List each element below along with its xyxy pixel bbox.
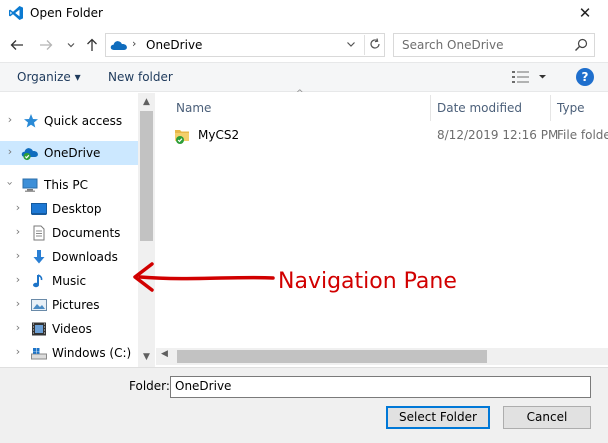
file-date: 8/12/2019 12:16 PM	[437, 128, 559, 142]
scroll-up-icon[interactable]: ▲	[138, 97, 155, 107]
nav-item-downloads[interactable]: › Downloads	[0, 245, 138, 269]
new-folder-button[interactable]: New folder	[108, 70, 173, 84]
downloads-icon	[33, 250, 45, 264]
desktop-icon	[31, 203, 47, 215]
chevron-down-icon[interactable]	[538, 70, 547, 84]
refresh-button[interactable]	[364, 35, 384, 55]
command-bar: Organize ▾ New folder ?	[0, 62, 608, 92]
column-divider[interactable]	[550, 95, 551, 121]
chevron-down-icon	[67, 43, 75, 48]
path-separator-icon: ›	[132, 37, 137, 50]
nav-item-label: Windows (C:)	[52, 346, 132, 360]
scroll-left-icon[interactable]: ◀	[161, 349, 168, 359]
scrollbar-thumb[interactable]	[177, 350, 487, 363]
select-folder-button[interactable]: Select Folder	[386, 406, 490, 429]
expand-caret-icon[interactable]: ›	[12, 249, 24, 262]
nav-item-windows-c[interactable]: › Windows (C:)	[0, 341, 138, 365]
view-options-icon[interactable]	[512, 71, 530, 83]
expand-caret-icon[interactable]: ›	[4, 145, 16, 158]
column-header-date[interactable]: Date modified	[437, 101, 522, 115]
organize-button[interactable]: Organize ▾	[17, 70, 81, 84]
expand-caret-icon[interactable]: ›	[12, 321, 24, 334]
music-icon	[33, 274, 43, 288]
documents-icon	[33, 225, 45, 241]
nav-item-label: Documents	[52, 226, 121, 240]
nav-item-label: OneDrive	[44, 146, 101, 160]
forward-button[interactable]	[37, 36, 55, 54]
folder-name-input[interactable]: OneDrive	[170, 376, 591, 398]
nav-item-label: Music	[52, 274, 87, 288]
expand-caret-icon[interactable]: ›	[12, 297, 24, 310]
address-path[interactable]: OneDrive	[146, 38, 202, 52]
nav-item-label: Desktop	[52, 202, 102, 216]
onedrive-cloud-icon	[110, 41, 127, 50]
vscode-icon	[9, 6, 23, 20]
column-header-type[interactable]: Type	[557, 101, 585, 115]
refresh-icon	[369, 38, 380, 49]
annotation-label: Navigation Pane	[278, 269, 457, 294]
nav-item-label: Videos	[52, 322, 92, 336]
nav-item-this-pc[interactable]: › This PC	[0, 173, 138, 197]
expand-caret-icon[interactable]: ›	[12, 273, 24, 286]
videos-icon	[32, 322, 46, 336]
nav-item-onedrive[interactable]: › OneDrive	[0, 141, 138, 165]
forward-arrow-icon	[40, 40, 53, 50]
window-title: Open Folder	[30, 6, 103, 20]
nav-pane-scrollbar[interactable]: ▲ ▼	[138, 93, 155, 367]
address-row: › OneDrive Search OneDrive	[0, 30, 608, 60]
search-input[interactable]: Search OneDrive	[402, 38, 503, 52]
chevron-down-icon[interactable]	[346, 36, 356, 52]
expand-caret-icon[interactable]: ›	[4, 113, 16, 126]
collapse-caret-icon[interactable]: ›	[4, 178, 17, 190]
nav-item-label: Quick access	[44, 114, 123, 128]
file-name: MyCS2	[198, 128, 240, 142]
column-header-name[interactable]: Name	[176, 101, 211, 115]
search-icon	[575, 38, 588, 51]
nav-item-documents[interactable]: › Documents	[0, 221, 138, 245]
folder-label: Folder:	[129, 379, 170, 393]
annotation-arrow-icon	[133, 262, 275, 292]
synced-folder-icon	[175, 130, 189, 144]
title-bar: Open Folder ✕	[0, 0, 608, 28]
close-button[interactable]: ✕	[562, 0, 608, 28]
nav-item-music[interactable]: › Music	[0, 269, 138, 293]
expand-caret-icon[interactable]: ›	[12, 345, 24, 358]
help-icon[interactable]: ?	[576, 68, 594, 86]
file-row[interactable]: MyCS2 8/12/2019 12:16 PM File folder	[174, 125, 608, 147]
star-icon	[24, 114, 38, 128]
drive-icon	[31, 348, 47, 360]
search-box[interactable]: Search OneDrive	[393, 33, 595, 57]
nav-item-pictures[interactable]: › Pictures	[0, 293, 138, 317]
back-arrow-icon	[10, 40, 23, 50]
nav-item-quick-access[interactable]: › Quick access	[0, 109, 138, 133]
onedrive-icon	[21, 148, 38, 161]
nav-item-label: Pictures	[52, 298, 100, 312]
nav-item-label: Downloads	[52, 250, 118, 264]
expand-caret-icon[interactable]: ›	[12, 225, 24, 238]
column-divider[interactable]	[430, 95, 431, 121]
scrollbar-thumb[interactable]	[140, 111, 153, 241]
sort-ascending-icon: ^	[296, 89, 304, 99]
up-button[interactable]	[83, 36, 101, 54]
file-pane-scrollbar[interactable]: ◀	[156, 348, 608, 365]
navigation-pane[interactable]: › Quick access › OneDrive › This PC › De…	[0, 93, 138, 367]
pictures-icon	[31, 299, 47, 311]
recent-locations-button[interactable]	[62, 36, 80, 54]
scroll-down-icon[interactable]: ▼	[138, 352, 155, 362]
expand-caret-icon[interactable]: ›	[12, 201, 24, 214]
nav-item-desktop[interactable]: › Desktop	[0, 197, 138, 221]
back-button[interactable]	[8, 36, 26, 54]
nav-item-videos[interactable]: › Videos	[0, 317, 138, 341]
file-type: File folder	[557, 128, 608, 142]
up-arrow-icon	[87, 38, 97, 51]
dialog-footer: Folder: OneDrive Select Folder Cancel	[0, 367, 608, 443]
cancel-button[interactable]: Cancel	[503, 406, 591, 429]
pc-icon	[22, 178, 38, 192]
file-list[interactable]: ^ Name Date modified Type MyCS2 8/12/201…	[156, 89, 608, 367]
address-bar[interactable]: › OneDrive	[105, 33, 385, 57]
nav-item-label: This PC	[44, 178, 88, 192]
